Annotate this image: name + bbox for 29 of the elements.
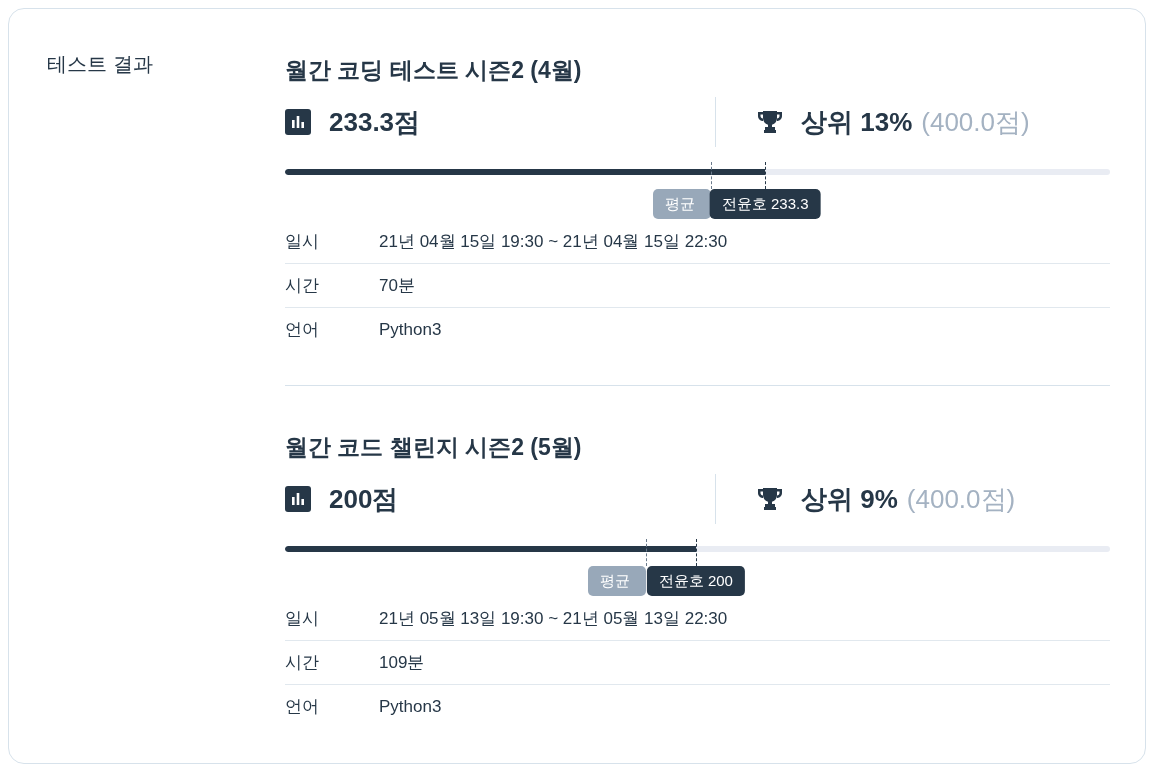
- detail-label: 시간: [285, 275, 320, 297]
- detail-value: 70분: [379, 275, 415, 297]
- section-title: 테스트 결과: [47, 52, 153, 77]
- detail-label: 일시: [285, 230, 320, 253]
- trophy-icon: [758, 111, 782, 133]
- average-label: 평균: [652, 189, 711, 219]
- user-score-label: 전윤호 233.3: [709, 189, 821, 219]
- rank-value: 상위 13%: [801, 105, 913, 139]
- detail-value: 21년 04월 15일 19:30 ~ 21년 04월 15일 22:30: [379, 230, 728, 253]
- detail-label: 일시: [285, 607, 320, 630]
- max-score: (400.0점): [921, 105, 1030, 139]
- detail-value: 21년 05월 13일 19:30 ~ 21년 05월 13일 22:30: [379, 607, 728, 630]
- detail-value: Python3: [379, 319, 442, 340]
- detail-label: 언어: [285, 696, 320, 718]
- rank-value: 상위 9%: [801, 482, 898, 516]
- score-value: 233.3점: [329, 105, 421, 139]
- average-label: 평균: [588, 566, 647, 596]
- detail-value: 109분: [379, 652, 425, 674]
- bar-chart-icon: [285, 486, 311, 512]
- max-score: (400.0점): [906, 482, 1016, 516]
- test-title: 월간 코드 챌린지 시즌2 (5월): [285, 433, 583, 462]
- test-title: 월간 코딩 테스트 시즌2 (4월): [285, 56, 583, 85]
- user-score-label: 전윤호 200: [646, 566, 745, 596]
- trophy-icon: [758, 488, 782, 510]
- bar-chart-icon: [285, 109, 311, 135]
- score-value: 200점: [329, 482, 399, 516]
- detail-value: Python3: [379, 696, 442, 717]
- detail-label: 시간: [285, 652, 320, 674]
- detail-label: 언어: [285, 319, 320, 341]
